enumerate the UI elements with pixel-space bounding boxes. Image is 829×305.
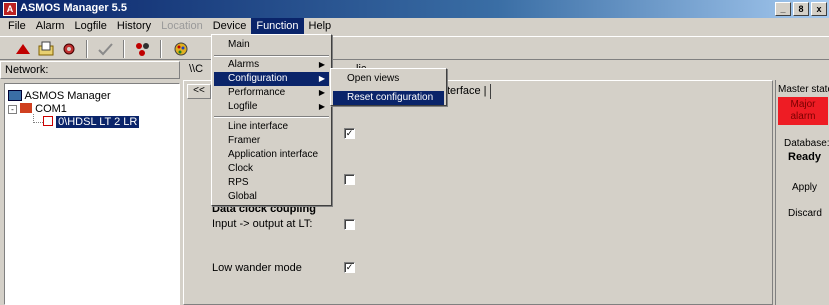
network-tree[interactable]: ASMOS Manager - COM1 0\HDSL LT 2 LR xyxy=(4,83,180,305)
menu-item-reset-configuration[interactable]: Reset configuration xyxy=(333,91,444,105)
gear-icon[interactable] xyxy=(58,39,80,59)
menu-item-open-views[interactable]: Open views xyxy=(333,72,444,86)
menu-item-application-interface[interactable]: Application interface xyxy=(214,148,329,162)
menu-item-performance-label: Performance xyxy=(228,87,286,98)
close-button[interactable]: x xyxy=(811,2,827,16)
toolbar-separator xyxy=(160,40,162,58)
menu-device[interactable]: Device xyxy=(208,18,252,35)
input-output-label: Input -> output at LT: xyxy=(212,218,313,230)
device-icon xyxy=(43,116,53,126)
master-state-label: Master state xyxy=(778,84,829,95)
submenu-arrow-icon: ▶ xyxy=(318,88,325,97)
app-icon: A xyxy=(3,2,17,16)
menu-bar: File Alarm Logfile History Location Devi… xyxy=(0,18,829,36)
menu-location: Location xyxy=(161,20,203,32)
database-value: Ready xyxy=(788,151,822,163)
window-title: ASMOS Manager 5.5 xyxy=(20,2,127,14)
palette-icon[interactable] xyxy=(170,39,192,59)
subtab-scroll-left[interactable]: << xyxy=(187,84,211,99)
status-panel: Master state Major alarm Database: Ready… xyxy=(775,80,829,305)
menu-item-global[interactable]: Global xyxy=(214,190,329,204)
checkbox-1[interactable]: ✓ xyxy=(344,128,355,139)
menu-item-configuration-label: Configuration xyxy=(228,73,288,84)
submenu-arrow-icon: ▶ xyxy=(318,74,325,83)
menu-help[interactable]: Help xyxy=(304,18,337,35)
menu-alarm[interactable]: Alarm xyxy=(31,18,70,35)
submenu-arrow-icon: ▶ xyxy=(318,60,325,69)
network-header: Network: xyxy=(0,61,180,79)
menu-logfile[interactable]: Logfile xyxy=(69,18,111,35)
menu-item-main[interactable]: Main xyxy=(214,38,329,52)
toolbar xyxy=(0,36,829,60)
port-icon xyxy=(20,103,33,113)
low-wander-label: Low wander mode xyxy=(212,262,302,274)
apply-button[interactable]: Apply xyxy=(792,182,817,193)
tab-device-path[interactable]: \\C xyxy=(186,61,206,77)
network-panel: Network: ASMOS Manager - COM1 0\HDSL LT … xyxy=(0,61,180,305)
open-folder-icon[interactable] xyxy=(35,39,57,59)
tree-node-root[interactable]: ASMOS Manager xyxy=(8,90,111,102)
subtab-interface[interactable]: terface | xyxy=(444,84,491,99)
submenu-arrow-icon: ▶ xyxy=(318,102,325,111)
menu-separator xyxy=(214,55,329,57)
window-controls: _ 8 x xyxy=(775,2,827,16)
low-wander-checkbox[interactable]: ✓ xyxy=(344,262,355,273)
menu-item-logfile-label: Logfile xyxy=(228,101,258,112)
menu-item-configuration[interactable]: Configuration ▶ xyxy=(214,72,329,86)
network-icon xyxy=(8,90,22,101)
minimize-button[interactable]: _ xyxy=(775,2,791,16)
menu-separator xyxy=(214,116,329,118)
toolbar-separator xyxy=(86,40,88,58)
tree-label-root: ASMOS Manager xyxy=(24,90,111,102)
title-bar: A ASMOS Manager 5.5 _ 8 x xyxy=(0,0,829,18)
menu-item-alarms-label: Alarms xyxy=(228,59,260,70)
menu-file[interactable]: File xyxy=(3,18,31,35)
menu-item-clock[interactable]: Clock xyxy=(214,162,329,176)
checkbox-2[interactable] xyxy=(344,174,355,185)
discard-button[interactable]: Discard xyxy=(788,208,822,219)
menu-item-logfile[interactable]: Logfile ▶ xyxy=(214,100,329,114)
menu-item-alarms[interactable]: Alarms ▶ xyxy=(214,58,329,72)
master-state-badge: Major alarm xyxy=(778,97,828,125)
up-arrow-icon[interactable] xyxy=(12,39,34,59)
tree-label-device: 0\HDSL LT 2 LR xyxy=(56,116,140,128)
check-icon[interactable] xyxy=(95,39,117,59)
expand-icon[interactable]: - xyxy=(8,105,17,114)
menu-item-line-interface[interactable]: Line interface xyxy=(214,120,329,134)
menu-history[interactable]: History xyxy=(112,18,156,35)
tree-connector xyxy=(33,114,43,123)
configuration-submenu: Open views Reset configuration xyxy=(330,68,447,106)
database-label: Database: xyxy=(784,138,829,149)
restore-button[interactable]: 8 xyxy=(793,2,809,16)
menu-item-performance[interactable]: Performance ▶ xyxy=(214,86,329,100)
chart-icon[interactable] xyxy=(132,39,154,59)
menu-function[interactable]: Function xyxy=(251,18,304,35)
function-menu: Main Alarms ▶ Configuration ▶ Performance ▶… xyxy=(211,34,332,206)
toolbar-separator xyxy=(123,40,125,58)
menu-item-rps[interactable]: RPS xyxy=(214,176,329,190)
tree-node-device[interactable]: 0\HDSL LT 2 LR xyxy=(43,116,140,128)
input-output-checkbox[interactable] xyxy=(344,219,355,230)
menu-item-framer[interactable]: Framer xyxy=(214,134,329,148)
